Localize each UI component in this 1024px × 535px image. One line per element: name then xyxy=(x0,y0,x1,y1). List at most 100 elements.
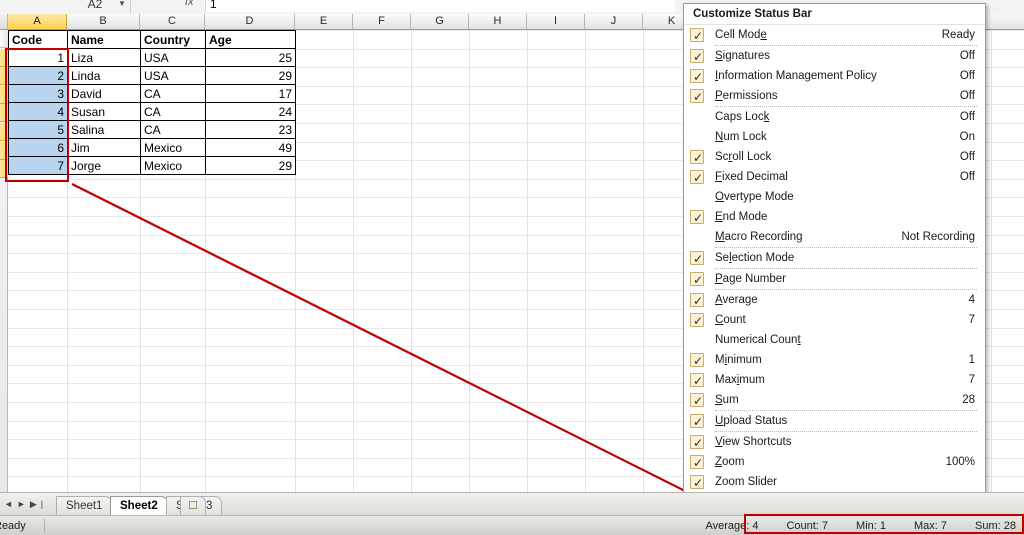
checkbox-checked-icon[interactable] xyxy=(690,87,704,107)
table-cell[interactable]: 49 xyxy=(205,138,296,157)
menu-item-page-number[interactable]: Page Number xyxy=(684,269,985,290)
chevron-down-icon[interactable]: ▼ xyxy=(118,0,126,8)
checkbox-checked-icon[interactable] xyxy=(690,47,704,67)
checkbox-checked-icon[interactable] xyxy=(690,311,704,331)
table-cell[interactable]: 23 xyxy=(205,120,296,139)
table-cell[interactable]: David xyxy=(67,84,141,103)
menu-item-maximum[interactable]: Maximum 7 xyxy=(684,370,985,391)
menu-item-num-lock[interactable]: Num Lock On xyxy=(684,127,985,147)
menu-item-information-management-policy[interactable]: Information Management Policy Off xyxy=(684,66,985,87)
checkbox-unchecked-icon[interactable] xyxy=(690,333,704,347)
row-header-6[interactable] xyxy=(0,123,8,141)
formula-input[interactable]: 1 xyxy=(205,0,675,12)
sheet-navigation-icons[interactable]: ◄►▶| xyxy=(4,497,54,512)
table-cell[interactable]: 1 xyxy=(8,48,68,67)
table-cell[interactable]: 29 xyxy=(205,66,296,85)
table-cell[interactable]: Mexico xyxy=(140,156,206,175)
sheet-tab-sheet1[interactable]: Sheet1 xyxy=(56,496,113,516)
row-header-5[interactable] xyxy=(0,104,8,123)
checkbox-checked-icon[interactable] xyxy=(690,291,704,311)
table-row[interactable]: 7 Jorge Mexico 29 xyxy=(8,156,296,175)
menu-item-caps-lock[interactable]: Caps Lock Off xyxy=(684,107,985,127)
column-header-i[interactable]: I xyxy=(527,14,585,29)
checkbox-unchecked-icon[interactable] xyxy=(690,130,704,144)
table-cell[interactable]: 3 xyxy=(8,84,68,103)
fx-icon[interactable]: fx xyxy=(185,0,194,8)
checkbox-checked-icon[interactable] xyxy=(690,453,704,473)
checkbox-checked-icon[interactable] xyxy=(690,67,704,87)
checkbox-unchecked-icon[interactable] xyxy=(690,110,704,124)
table-row[interactable]: 4 Susan CA 24 xyxy=(8,102,296,121)
table-row[interactable]: 2 Linda USA 29 xyxy=(8,66,296,85)
table-cell[interactable]: Susan xyxy=(67,102,141,121)
checkbox-checked-icon[interactable] xyxy=(690,208,704,228)
column-header-f[interactable]: F xyxy=(353,14,411,29)
row-header-3[interactable] xyxy=(0,67,8,86)
table-cell[interactable]: Salina xyxy=(67,120,141,139)
menu-item-scroll-lock[interactable]: Scroll Lock Off xyxy=(684,147,985,168)
row-header-7[interactable] xyxy=(0,141,8,160)
insert-worksheet-icon[interactable]: ☐ xyxy=(180,496,206,516)
menu-item-fixed-decimal[interactable]: Fixed Decimal Off xyxy=(684,167,985,188)
table-cell[interactable]: CA xyxy=(140,120,206,139)
menu-item-zoom-slider[interactable]: Zoom Slider xyxy=(684,472,985,493)
row-header-8[interactable] xyxy=(0,160,8,179)
status-bar[interactable]: Ready Average: 4 Count: 7 Min: 1 Max: 7 Sum:… xyxy=(0,515,1024,535)
menu-item-cell-mode[interactable]: Cell Mode Ready xyxy=(684,25,985,46)
menu-item-permissions[interactable]: Permissions Off xyxy=(684,86,985,107)
table-cell[interactable]: Jim xyxy=(67,138,141,157)
table-cell[interactable]: Jorge xyxy=(67,156,141,175)
table-cell[interactable]: 2 xyxy=(8,66,68,85)
checkbox-checked-icon[interactable] xyxy=(690,249,704,269)
column-header-g[interactable]: G xyxy=(411,14,469,29)
table-cell[interactable]: 17 xyxy=(205,84,296,103)
row-header-2[interactable] xyxy=(0,48,8,67)
menu-item-numerical-count[interactable]: Numerical Count xyxy=(684,330,985,350)
table-cell[interactable]: 25 xyxy=(205,48,296,67)
table-cell[interactable]: USA xyxy=(140,48,206,67)
table-cell[interactable]: USA xyxy=(140,66,206,85)
checkbox-checked-icon[interactable] xyxy=(690,473,704,493)
menu-item-end-mode[interactable]: End Mode xyxy=(684,207,985,228)
table-row[interactable]: 5 Salina CA 23 xyxy=(8,120,296,139)
table-row[interactable]: 1 Liza USA 25 xyxy=(8,48,296,67)
menu-item-upload-status[interactable]: Upload Status xyxy=(684,411,985,432)
menu-item-selection-mode[interactable]: Selection Mode xyxy=(684,248,985,269)
checkbox-checked-icon[interactable] xyxy=(690,168,704,188)
row-header-1[interactable] xyxy=(0,30,8,48)
column-header-a[interactable]: A xyxy=(8,14,67,29)
sheet-tab-sheet2[interactable]: Sheet2 xyxy=(110,496,168,516)
table-cell[interactable]: 4 xyxy=(8,102,68,121)
table-cell[interactable]: Liza xyxy=(67,48,141,67)
column-header-d[interactable]: D xyxy=(205,14,295,29)
table-header-cell[interactable]: Age xyxy=(205,30,296,49)
table-cell[interactable]: CA xyxy=(140,102,206,121)
table-row[interactable]: 3 David CA 17 xyxy=(8,84,296,103)
checkbox-checked-icon[interactable] xyxy=(690,26,704,46)
menu-item-zoom[interactable]: Zoom 100% xyxy=(684,452,985,473)
menu-item-view-shortcuts[interactable]: View Shortcuts xyxy=(684,432,985,453)
menu-item-signatures[interactable]: Signatures Off xyxy=(684,46,985,67)
row-header-4[interactable] xyxy=(0,85,8,104)
checkbox-checked-icon[interactable] xyxy=(690,351,704,371)
checkbox-unchecked-icon[interactable] xyxy=(690,230,704,244)
column-header-j[interactable]: J xyxy=(585,14,643,29)
menu-item-minimum[interactable]: Minimum 1 xyxy=(684,350,985,371)
menu-item-average[interactable]: Average 4 xyxy=(684,290,985,311)
column-header-b[interactable]: B xyxy=(67,14,140,29)
table-header-cell[interactable]: Country xyxy=(140,30,206,49)
table-cell[interactable]: 7 xyxy=(8,156,68,175)
menu-item-count[interactable]: Count 7 xyxy=(684,310,985,331)
table-cell[interactable]: 6 xyxy=(8,138,68,157)
select-all-corner[interactable] xyxy=(0,14,8,29)
column-header-c[interactable]: C xyxy=(140,14,205,29)
table-row[interactable]: 6 Jim Mexico 49 xyxy=(8,138,296,157)
column-header-e[interactable]: E xyxy=(295,14,353,29)
menu-item-sum[interactable]: Sum 28 xyxy=(684,390,985,411)
table-cell[interactable]: Mexico xyxy=(140,138,206,157)
customize-status-bar-menu[interactable]: Customize Status Bar Cell Mode Ready Signa… xyxy=(683,3,986,521)
table-header-cell[interactable]: Code xyxy=(8,30,68,49)
table-header-cell[interactable]: Name xyxy=(67,30,141,49)
checkbox-checked-icon[interactable] xyxy=(690,148,704,168)
checkbox-checked-icon[interactable] xyxy=(690,270,704,290)
